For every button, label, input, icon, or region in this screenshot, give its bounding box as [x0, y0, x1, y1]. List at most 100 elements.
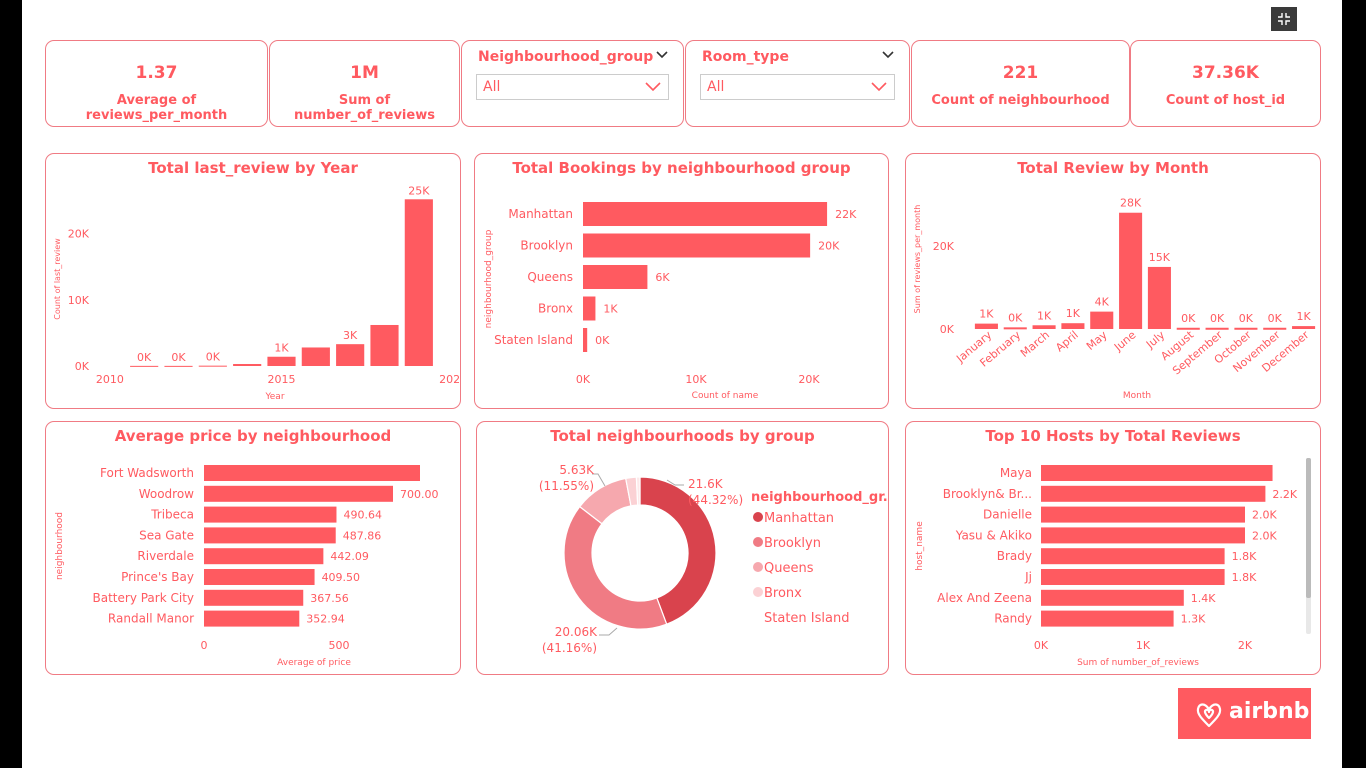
- category-label: Danielle: [983, 508, 1032, 522]
- x-axis-label: Count of name: [692, 391, 759, 401]
- kpi-label: Sum of number_of_reviews: [294, 93, 435, 123]
- bar: [404, 199, 433, 366]
- scrollbar-thumb: [1306, 458, 1311, 598]
- dashboard-canvas: 1.37 Average of reviews_per_month 1M Sum…: [22, 0, 1342, 768]
- category-label: Queens: [527, 270, 573, 284]
- category-label: Riverdale: [137, 549, 194, 563]
- donut-slice: [563, 505, 668, 630]
- y-tick-label: 10K: [68, 294, 90, 307]
- category-label: Manhattan: [508, 207, 573, 221]
- airbnb-logo: airbnb: [1178, 688, 1311, 739]
- data-label: 2.0K: [1252, 509, 1277, 522]
- data-label: 0K: [1008, 311, 1023, 324]
- data-label: 0K: [1239, 312, 1254, 325]
- chevron-down-icon[interactable]: [881, 47, 895, 65]
- data-label: 25K: [408, 184, 430, 197]
- data-label: (41.16%): [542, 641, 597, 655]
- data-label: 442.09: [330, 550, 369, 563]
- category-label: Fort Wadsworth: [100, 466, 194, 480]
- data-label: 21.6K: [688, 477, 724, 491]
- category-label: Brooklyn& Br...: [943, 487, 1032, 501]
- category-label: Tribeca: [150, 508, 194, 522]
- bar: [1041, 506, 1245, 523]
- category-label: Sea Gate: [139, 528, 194, 542]
- bar: [583, 233, 811, 258]
- bar: [204, 465, 420, 481]
- x-axis-label: Average of price: [277, 658, 351, 668]
- donut-slice: [635, 476, 641, 506]
- kpi-label: Count of neighbourhood: [931, 93, 1110, 108]
- bar: [301, 347, 330, 366]
- donut-chart: 21.6K (44.32%) 20.06K (41.16%) 5.63K (11.55%)…: [539, 463, 887, 655]
- slicer-room-type[interactable]: Room_type All: [685, 40, 910, 127]
- legend-title: neighbourhood_gr...: [751, 490, 887, 505]
- bar: [164, 365, 193, 367]
- caret-down-icon[interactable]: [644, 77, 662, 99]
- kpi-card-avg-reviews: 1.37 Average of reviews_per_month: [45, 40, 268, 127]
- data-label: 490.64: [343, 509, 382, 522]
- slicer-title: Neighbourhood_group: [478, 49, 654, 65]
- x-tick-label: 0K: [1034, 639, 1049, 652]
- y-axis-label: neighbourhood_group: [484, 229, 494, 328]
- bar: [204, 589, 304, 606]
- caret-down-icon[interactable]: [870, 77, 888, 99]
- chevron-down-icon[interactable]: [655, 47, 669, 65]
- data-label: 487.86: [343, 529, 382, 542]
- data-label: 1K: [603, 303, 618, 316]
- bar: [1041, 465, 1273, 481]
- data-label: 0K: [1181, 312, 1196, 325]
- bar: [204, 548, 324, 565]
- data-label: 1K: [1296, 310, 1311, 323]
- legend-label: Manhattan: [764, 511, 834, 526]
- y-tick-label: 0K: [75, 360, 90, 373]
- x-tick-label: 10K: [685, 373, 707, 386]
- slicer-dropdown[interactable]: All: [700, 74, 895, 100]
- focus-mode-icon[interactable]: [1271, 7, 1297, 31]
- slicer-dropdown[interactable]: All: [476, 74, 669, 100]
- hosts-bar-chart: Maya Brooklyn& Br... 2.2K Danielle 2.0K Yasu …: [915, 458, 1311, 668]
- data-label: 0K: [137, 351, 152, 364]
- data-label: 1.3K: [1181, 613, 1206, 626]
- slicer-neighbourhood-group[interactable]: Neighbourhood_group All: [461, 40, 684, 127]
- kpi-card-neighbourhood-count: 221 Count of neighbourhood: [911, 40, 1130, 127]
- bar: [233, 364, 262, 366]
- bar: [583, 328, 588, 352]
- category-label: Brady: [997, 549, 1032, 563]
- data-label: 1.4K: [1191, 592, 1216, 605]
- x-tick-label: March: [1018, 328, 1052, 360]
- bar: [1041, 569, 1225, 585]
- data-label: 0K: [171, 351, 186, 364]
- chart-card-hosts: Top 10 Hosts by Total Reviews Maya Brookl…: [905, 421, 1321, 675]
- y-axis-label: neighbourhood: [55, 512, 65, 580]
- leader-line: [599, 627, 618, 636]
- kpi-value: 37.36K: [1192, 63, 1259, 83]
- y-tick-label: 20K: [933, 240, 955, 253]
- y-tick-label: 0K: [940, 323, 955, 336]
- x-axis-label: Sum of number_of_reviews: [1077, 658, 1199, 668]
- chart-card-bookings: Total Bookings by neighbourhood group Ma…: [474, 153, 889, 409]
- bar: [583, 265, 648, 289]
- legend-label: Queens: [764, 561, 814, 576]
- bar: [370, 324, 399, 366]
- data-label: 20.06K: [555, 625, 598, 639]
- data-label: 20K: [818, 240, 840, 253]
- x-tick-label: May: [1084, 328, 1110, 353]
- bar: [1292, 326, 1316, 329]
- slicer-value: All: [483, 79, 501, 95]
- y-axis-label: Sum of reviews_per_month: [913, 205, 922, 314]
- bar: [1032, 325, 1056, 329]
- bar: [1090, 311, 1114, 329]
- category-label: Randall Manor: [108, 612, 194, 626]
- category-label: Brooklyn: [520, 239, 573, 253]
- kpi-value: 1.37: [135, 63, 178, 83]
- x-axis-label: Month: [1123, 391, 1151, 401]
- bar: [1041, 527, 1245, 544]
- bar: [1041, 548, 1225, 565]
- data-label: 1K: [274, 342, 289, 355]
- data-label: 2.2K: [1272, 488, 1297, 501]
- x-tick-label: 2015: [268, 373, 296, 386]
- data-label: 4K: [1095, 296, 1110, 309]
- kpi-label: Average of reviews_per_month: [85, 93, 228, 123]
- x-tick-label: 0: [201, 639, 208, 652]
- x-tick-label: 2010: [96, 373, 124, 386]
